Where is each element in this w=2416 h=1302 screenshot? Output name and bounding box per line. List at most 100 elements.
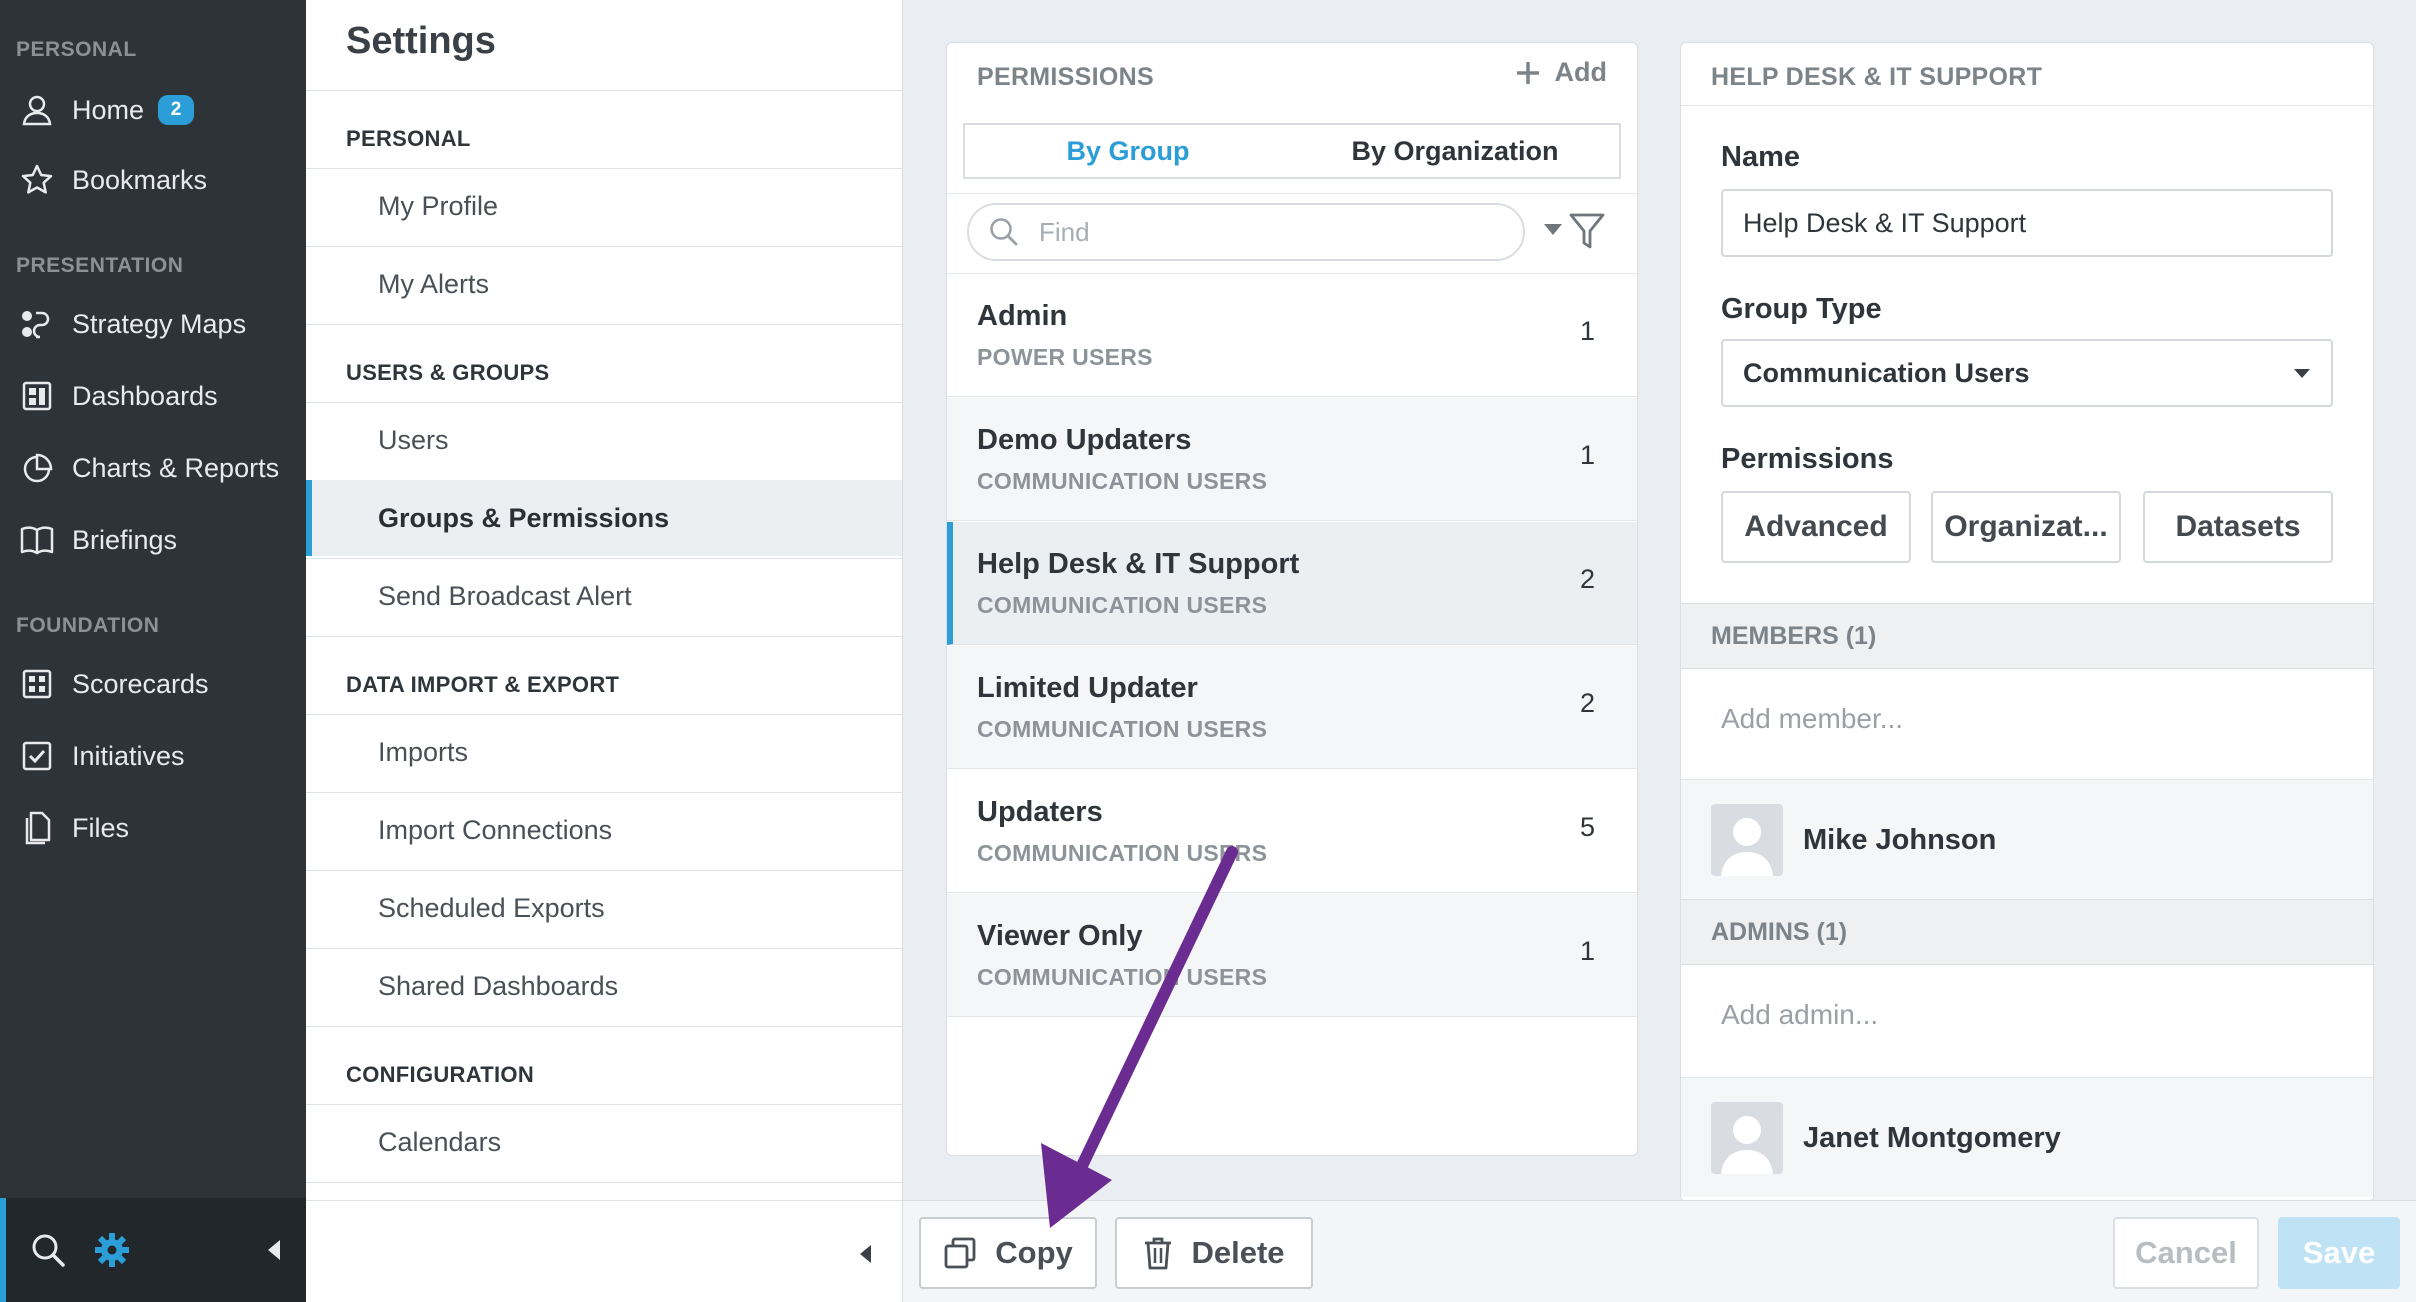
dashboard-icon — [20, 379, 54, 413]
group-type: COMMUNICATION USERS — [977, 716, 1268, 742]
permissions-panel: PERMISSIONS Add By Group By Organization… — [946, 42, 1638, 1156]
settings-item-groups-permissions[interactable]: Groups & Permissions — [306, 480, 902, 556]
nav-item-scorecards[interactable]: Scorecards — [0, 654, 306, 714]
settings-item-calendars[interactable]: Calendars — [306, 1104, 902, 1180]
add-member-input[interactable]: Add member... — [1721, 703, 1903, 735]
nav-item-label: Dashboards — [72, 380, 218, 411]
nav-item-briefings[interactable]: Briefings — [0, 510, 306, 570]
group-member-count: 1 — [1579, 936, 1595, 966]
avatar — [1711, 1102, 1783, 1174]
group-row[interactable]: Viewer Only COMMUNICATION USERS 1 — [947, 894, 1637, 1017]
plus-icon — [1515, 60, 1541, 86]
nav-bottom-bar — [0, 1198, 306, 1302]
nav-section-presentation: PRESENTATION — [16, 254, 184, 277]
group-type: POWER USERS — [977, 344, 1153, 370]
group-search-field[interactable]: Find — [967, 203, 1525, 261]
star-icon — [20, 163, 54, 197]
avatar — [1711, 804, 1783, 876]
copy-button[interactable]: Copy — [919, 1217, 1097, 1289]
tab-by-group[interactable]: By Group — [963, 123, 1293, 179]
group-name-input[interactable]: Help Desk & IT Support — [1721, 189, 2333, 257]
dataset-permissions-button[interactable]: Datasets — [2143, 491, 2333, 563]
nav-item-bookmarks[interactable]: Bookmarks — [0, 150, 306, 210]
nav-item-files[interactable]: Files — [0, 798, 306, 858]
group-row[interactable]: Admin POWER USERS 1 — [947, 274, 1637, 397]
filter-icon[interactable] — [1569, 213, 1605, 251]
left-navigation: PERSONAL Home 2 Bookmarks PRESENTATION S… — [0, 0, 306, 1302]
nav-item-charts-reports[interactable]: Charts & Reports — [0, 438, 306, 498]
search-placeholder: Find — [1039, 216, 1090, 247]
settings-item-broadcast-alert[interactable]: Send Broadcast Alert — [306, 558, 902, 634]
nav-item-strategy-maps[interactable]: Strategy Maps — [0, 294, 306, 354]
settings-item-shared-dashboards[interactable]: Shared Dashboards — [306, 948, 902, 1024]
group-type: COMMUNICATION USERS — [977, 592, 1268, 618]
nav-item-label: Files — [72, 812, 130, 843]
nav-item-label: Home — [72, 94, 145, 125]
group-member-count: 1 — [1579, 316, 1595, 346]
member-name: Mike Johnson — [1803, 824, 1997, 856]
group-row[interactable]: Updaters COMMUNICATION USERS 5 — [947, 770, 1637, 893]
settings-item-import-connections[interactable]: Import Connections — [306, 792, 902, 868]
add-label: Add — [1554, 57, 1607, 87]
nav-item-label: Bookmarks — [72, 164, 208, 195]
filter-dropdown-icon[interactable] — [1543, 223, 1563, 237]
detail-title: HELP DESK & IT SUPPORT — [1711, 63, 2043, 91]
group-row-selected[interactable]: Help Desk & IT Support COMMUNICATION USE… — [947, 522, 1637, 645]
permissions-title: PERMISSIONS — [977, 63, 1154, 91]
settings-item-scheduled-exports[interactable]: Scheduled Exports — [306, 870, 902, 946]
nav-item-home[interactable]: Home 2 — [0, 80, 306, 140]
settings-section-data: DATA IMPORT & EXPORT — [346, 672, 620, 697]
collapse-settings-icon[interactable] — [856, 1243, 874, 1265]
trash-icon — [1143, 1236, 1173, 1270]
search-icon[interactable] — [30, 1232, 66, 1268]
permissions-label: Permissions — [1721, 443, 1894, 475]
admin-name: Janet Montgomery — [1803, 1122, 2061, 1154]
book-icon — [20, 523, 54, 557]
settings-item-my-alerts[interactable]: My Alerts — [306, 246, 902, 322]
nav-section-personal: PERSONAL — [16, 38, 137, 61]
organization-permissions-button[interactable]: Organizat... — [1931, 491, 2121, 563]
group-name: Viewer Only — [977, 920, 1143, 952]
group-row[interactable]: Limited Updater COMMUNICATION USERS 2 — [947, 646, 1637, 769]
file-icon — [20, 811, 54, 845]
add-admin-input[interactable]: Add admin... — [1721, 999, 1878, 1031]
group-detail-panel: HELP DESK & IT SUPPORT Name Help Desk & … — [1680, 42, 2374, 1202]
cancel-button[interactable]: Cancel — [2113, 1217, 2259, 1289]
nav-item-label: Scorecards — [72, 668, 209, 699]
group-type: COMMUNICATION USERS — [977, 468, 1268, 494]
group-type-label: Group Type — [1721, 293, 1882, 325]
settings-menu: Settings PERSONAL My Profile My Alerts U… — [306, 0, 903, 1302]
delete-button[interactable]: Delete — [1115, 1217, 1313, 1289]
settings-section-configuration: CONFIGURATION — [346, 1062, 535, 1087]
group-member-count: 2 — [1579, 688, 1595, 718]
save-button[interactable]: Save — [2278, 1217, 2400, 1289]
settings-item-users[interactable]: Users — [306, 402, 902, 478]
collapse-nav-icon[interactable] — [264, 1238, 284, 1262]
group-row[interactable]: Demo Updaters COMMUNICATION USERS 1 — [947, 398, 1637, 521]
settings-title: Settings — [346, 20, 496, 62]
group-name: Help Desk & IT Support — [977, 548, 1300, 580]
scorecard-icon — [20, 667, 54, 701]
settings-section-users-groups: USERS & GROUPS — [346, 360, 550, 385]
settings-item-imports[interactable]: Imports — [306, 714, 902, 790]
member-row[interactable]: Mike Johnson — [1681, 779, 2373, 899]
group-type: COMMUNICATION USERS — [977, 840, 1268, 866]
group-type-select[interactable]: Communication Users — [1721, 339, 2333, 407]
tab-by-organization[interactable]: By Organization — [1291, 123, 1621, 179]
notification-badge: 2 — [158, 95, 195, 125]
chevron-down-icon — [2293, 368, 2311, 380]
nav-item-initiatives[interactable]: Initiatives — [0, 726, 306, 786]
action-bar: Copy Delete Cancel Save — [903, 1200, 2416, 1302]
admins-header: ADMINS (1) — [1681, 899, 2373, 965]
pie-chart-icon — [20, 451, 54, 485]
gear-icon[interactable] — [94, 1232, 130, 1268]
add-group-button[interactable]: Add — [1515, 57, 1607, 88]
nav-item-dashboards[interactable]: Dashboards — [0, 366, 306, 426]
settings-item-my-profile[interactable]: My Profile — [306, 168, 902, 244]
admin-row[interactable]: Janet Montgomery — [1681, 1077, 2373, 1197]
advanced-permissions-button[interactable]: Advanced — [1721, 491, 1911, 563]
strategy-map-icon — [20, 307, 54, 341]
group-type: COMMUNICATION USERS — [977, 964, 1268, 990]
group-member-count: 1 — [1579, 440, 1595, 470]
nav-item-label: Initiatives — [72, 740, 185, 771]
